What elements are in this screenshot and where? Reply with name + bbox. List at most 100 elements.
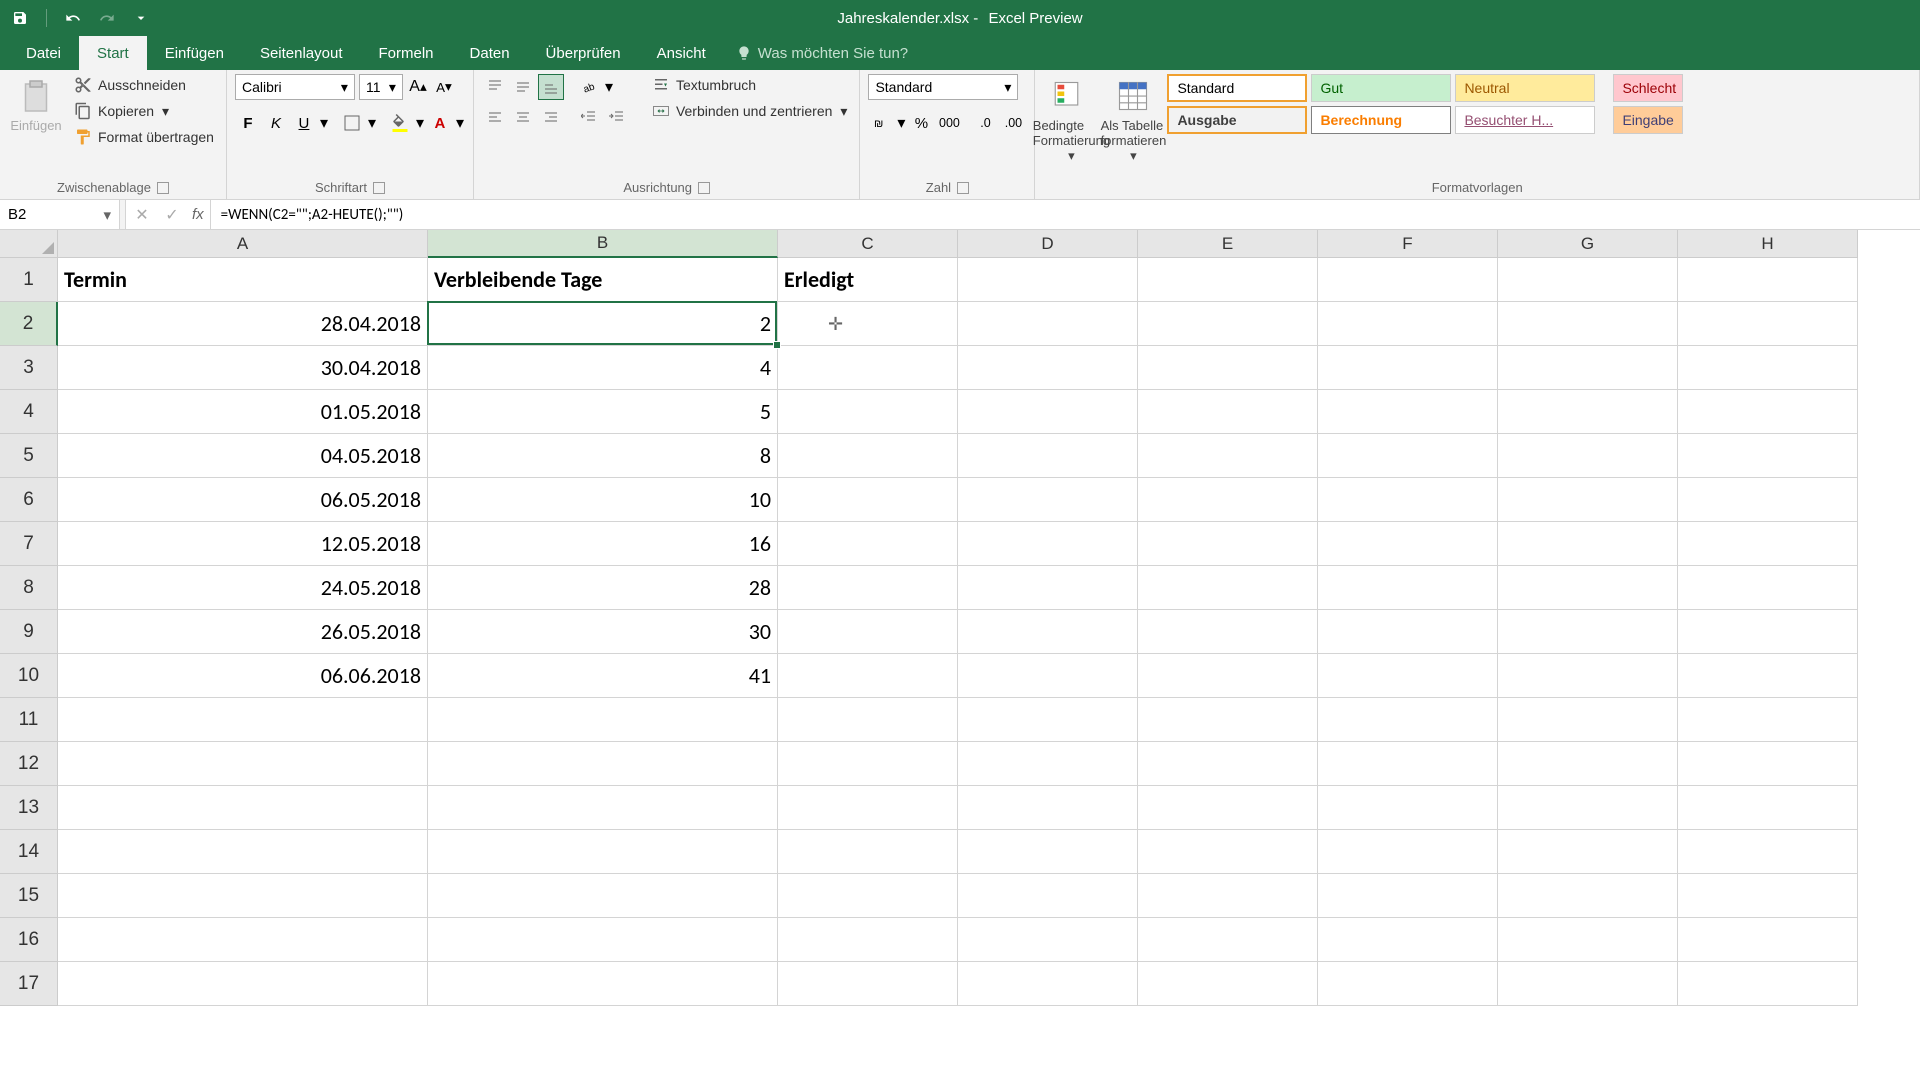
cell-D5[interactable] xyxy=(958,434,1138,478)
cell-E10[interactable] xyxy=(1138,654,1318,698)
row-header-16[interactable]: 16 xyxy=(0,918,58,962)
cell-G9[interactable] xyxy=(1498,610,1678,654)
row-header-5[interactable]: 5 xyxy=(0,434,58,478)
cell-H8[interactable] xyxy=(1678,566,1858,610)
insert-function-button[interactable]: fx xyxy=(192,206,204,223)
cell-D10[interactable] xyxy=(958,654,1138,698)
cell-G5[interactable] xyxy=(1498,434,1678,478)
cell-G13[interactable] xyxy=(1498,786,1678,830)
accounting-dropdown[interactable]: ▾ xyxy=(896,113,906,133)
row-header-1[interactable]: 1 xyxy=(0,258,58,302)
cancel-formula-button[interactable]: ✕ xyxy=(132,205,152,225)
row-header-2[interactable]: 2 xyxy=(0,302,58,346)
redo-button[interactable] xyxy=(95,6,119,30)
cell-H11[interactable] xyxy=(1678,698,1858,742)
cell-B11[interactable] xyxy=(428,698,778,742)
cell-F5[interactable] xyxy=(1318,434,1498,478)
cell-C11[interactable] xyxy=(778,698,958,742)
cell-D16[interactable] xyxy=(958,918,1138,962)
increase-indent-button[interactable] xyxy=(604,104,630,130)
row-header-9[interactable]: 9 xyxy=(0,610,58,654)
cell-B7[interactable]: 16 xyxy=(428,522,778,566)
orientation-dropdown[interactable]: ▾ xyxy=(604,74,614,100)
cell-H4[interactable] xyxy=(1678,390,1858,434)
font-color-dropdown[interactable]: ▾ xyxy=(455,113,465,133)
cell-G7[interactable] xyxy=(1498,522,1678,566)
tab-start[interactable]: Start xyxy=(79,36,147,70)
cell-G16[interactable] xyxy=(1498,918,1678,962)
accounting-format-button[interactable]: ₪ xyxy=(868,110,894,136)
cell-B15[interactable] xyxy=(428,874,778,918)
tab-insert[interactable]: Einfügen xyxy=(147,36,242,70)
cell-E11[interactable] xyxy=(1138,698,1318,742)
cell-A6[interactable]: 06.05.2018 xyxy=(58,478,428,522)
cell-C10[interactable] xyxy=(778,654,958,698)
cell-C4[interactable] xyxy=(778,390,958,434)
tab-review[interactable]: Überprüfen xyxy=(528,36,639,70)
borders-dropdown[interactable]: ▾ xyxy=(367,113,377,133)
tab-file[interactable]: Datei xyxy=(8,36,79,70)
col-header-D[interactable]: D xyxy=(958,230,1138,258)
cell-D15[interactable] xyxy=(958,874,1138,918)
cell-F13[interactable] xyxy=(1318,786,1498,830)
enter-formula-button[interactable]: ✓ xyxy=(162,205,182,225)
cell-D8[interactable] xyxy=(958,566,1138,610)
cell-A12[interactable] xyxy=(58,742,428,786)
number-format-select[interactable]: Standard▾ xyxy=(868,74,1018,100)
cell-B2[interactable]: 2 xyxy=(428,302,778,346)
cell-styles-gallery[interactable]: Standard Gut Neutral Ausgabe Berechnung … xyxy=(1167,74,1607,134)
cell-E7[interactable] xyxy=(1138,522,1318,566)
cell-B14[interactable] xyxy=(428,830,778,874)
formula-input[interactable]: =WENN(C2="";A2-HEUTE();"") xyxy=(211,200,1920,229)
cell-E15[interactable] xyxy=(1138,874,1318,918)
cell-H2[interactable] xyxy=(1678,302,1858,346)
row-header-15[interactable]: 15 xyxy=(0,874,58,918)
cell-G17[interactable] xyxy=(1498,962,1678,1006)
cell-H13[interactable] xyxy=(1678,786,1858,830)
cell-A7[interactable]: 12.05.2018 xyxy=(58,522,428,566)
cell-G6[interactable] xyxy=(1498,478,1678,522)
align-bottom-button[interactable] xyxy=(538,74,564,100)
cell-G11[interactable] xyxy=(1498,698,1678,742)
cell-C14[interactable] xyxy=(778,830,958,874)
undo-button[interactable] xyxy=(61,6,85,30)
cell-A5[interactable]: 04.05.2018 xyxy=(58,434,428,478)
fill-color-dropdown[interactable]: ▾ xyxy=(415,113,425,133)
cell-F16[interactable] xyxy=(1318,918,1498,962)
cell-D7[interactable] xyxy=(958,522,1138,566)
clipboard-launcher[interactable] xyxy=(157,182,169,194)
cell-B6[interactable]: 10 xyxy=(428,478,778,522)
cell-B17[interactable] xyxy=(428,962,778,1006)
cell-E5[interactable] xyxy=(1138,434,1318,478)
cell-E1[interactable] xyxy=(1138,258,1318,302)
cell-F10[interactable] xyxy=(1318,654,1498,698)
cell-F17[interactable] xyxy=(1318,962,1498,1006)
cell-D12[interactable] xyxy=(958,742,1138,786)
align-center-button[interactable] xyxy=(510,104,536,130)
cell-H7[interactable] xyxy=(1678,522,1858,566)
bold-button[interactable]: F xyxy=(235,110,261,136)
style-output[interactable]: Ausgabe xyxy=(1167,106,1307,134)
cell-C13[interactable] xyxy=(778,786,958,830)
cell-B1[interactable]: Verbleibende Tage xyxy=(428,258,778,302)
increase-decimal-button[interactable]: .0 xyxy=(972,110,998,136)
cell-B12[interactable] xyxy=(428,742,778,786)
cell-C16[interactable] xyxy=(778,918,958,962)
cell-A14[interactable] xyxy=(58,830,428,874)
merge-center-button[interactable]: Verbinden und zentrieren ▾ xyxy=(648,100,851,122)
cell-F15[interactable] xyxy=(1318,874,1498,918)
qat-customize-button[interactable] xyxy=(129,6,153,30)
cell-G14[interactable] xyxy=(1498,830,1678,874)
style-good[interactable]: Gut xyxy=(1311,74,1451,102)
cell-D3[interactable] xyxy=(958,346,1138,390)
cell-H6[interactable] xyxy=(1678,478,1858,522)
cell-G12[interactable] xyxy=(1498,742,1678,786)
cell-G2[interactable] xyxy=(1498,302,1678,346)
cell-B9[interactable]: 30 xyxy=(428,610,778,654)
alignment-launcher[interactable] xyxy=(698,182,710,194)
select-all-corner[interactable] xyxy=(0,230,58,258)
cell-A16[interactable] xyxy=(58,918,428,962)
cell-C8[interactable] xyxy=(778,566,958,610)
cell-G10[interactable] xyxy=(1498,654,1678,698)
tab-view[interactable]: Ansicht xyxy=(639,36,724,70)
